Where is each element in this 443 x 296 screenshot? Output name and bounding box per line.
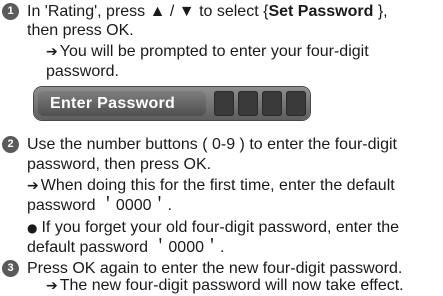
password-digit-slot xyxy=(262,91,282,116)
password-digit-slots xyxy=(214,91,306,116)
bullet-icon: ● xyxy=(27,221,38,235)
set-password-option: Set Password xyxy=(268,3,374,20)
enter-password-box: Enter Password xyxy=(34,87,310,120)
arrow-right-icon: ➔ xyxy=(46,44,58,60)
step-number-badge: 1 xyxy=(2,3,19,20)
step-1-line-1: In 'Rating', press ▲ / ▼ to select {Set … xyxy=(27,2,388,21)
step-1-line-4: password. xyxy=(46,63,119,80)
step-3-effect-text: The new four-digit password will now tak… xyxy=(59,277,404,294)
step-1-line-3: ➔ You will be prompted to enter your four… xyxy=(46,42,369,62)
step-3-line-2: ➔ The new four-digit password will now ta… xyxy=(46,276,404,296)
arrow-right-icon: ➔ xyxy=(27,178,39,194)
password-digit-slot xyxy=(238,91,258,116)
step-number-badge: 3 xyxy=(2,260,19,277)
step-1-prompt-text: You will be prompted to enter your four-… xyxy=(59,43,369,60)
instruction-page: 1 In 'Rating', press ▲ / ▼ to select {Se… xyxy=(0,0,443,296)
step-2-line-2: password, then press OK. xyxy=(27,156,212,173)
password-digit-slot xyxy=(214,91,234,116)
step-1-text-pre: In 'Rating', press ▲ / ▼ to select { xyxy=(27,3,269,20)
password-digit-slot xyxy=(286,91,306,116)
step-2-first-time-text: When doing this for the first time, ente… xyxy=(40,177,395,194)
step-2-forgot-text: If you forget your old four-digit passwo… xyxy=(41,219,400,236)
step-2-line-5: ● If you forget your old four-digit passw… xyxy=(27,218,399,238)
arrow-right-icon: ➔ xyxy=(46,278,58,294)
step-2-line-1: Use the number buttons ( 0-9 ) to enter … xyxy=(27,136,397,153)
step-1-line-2: then press OK. xyxy=(27,22,134,39)
step-2-line-4: password ＇0000＇. xyxy=(27,197,172,214)
enter-password-label: Enter Password xyxy=(38,91,206,116)
step-2-line-6: default password ＇0000＇. xyxy=(27,239,225,256)
step-2-line-3: ➔ When doing this for the first time, ent… xyxy=(27,176,395,196)
step-1-text-post: }, xyxy=(373,3,388,20)
step-number-badge: 2 xyxy=(2,136,19,153)
